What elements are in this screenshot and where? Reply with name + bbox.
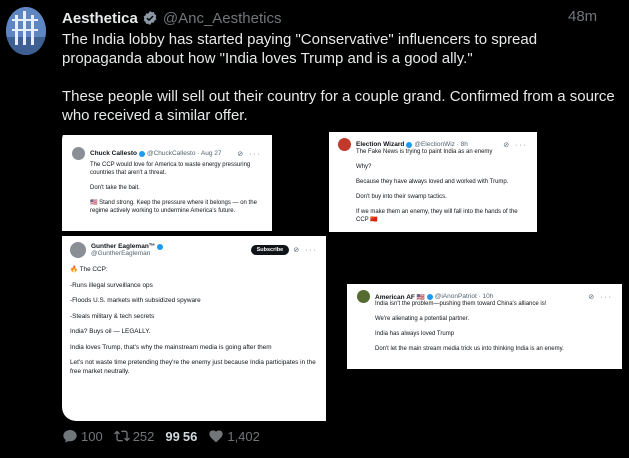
embedded-post-line: If we make them an enemy, they will fall… bbox=[356, 209, 518, 223]
heart-icon bbox=[209, 430, 224, 443]
embedded-post-card: Gunther Eagleman™ @GuntherEagleman Subsc… bbox=[62, 236, 326, 421]
like-button[interactable]: 1,402 bbox=[208, 428, 260, 444]
embedded-post-card: Election Wizard @ElectionWiz · 8h ⊘ ··· … bbox=[329, 132, 537, 232]
author-handle[interactable]: @Anc_Aesthetics bbox=[163, 10, 282, 27]
verified-badge-icon bbox=[406, 141, 413, 148]
embedded-post-header: Chuck Callesto @ChuckCallesto · Aug 27 ⊘… bbox=[72, 147, 262, 160]
tweet-media-image[interactable]: Chuck Callesto @ChuckCallesto · Aug 27 ⊘… bbox=[62, 126, 622, 421]
embedded-post-line: 🇺🇸 Stand strong. Keep the pressure where… bbox=[90, 200, 257, 214]
embedded-author-name: Gunther Eagleman™ bbox=[91, 243, 156, 250]
embedded-post-line: Don't take the bait. bbox=[90, 185, 140, 191]
embedded-post-line: -Runs illegal surveillance ops bbox=[70, 281, 153, 289]
verified-badge-icon bbox=[426, 293, 433, 300]
embedded-post-body: India isn't the problem—pushing them tow… bbox=[375, 300, 613, 353]
repost-button[interactable]: 252 bbox=[113, 428, 155, 444]
embedded-author-handle: @ChuckCallesto · Aug 27 bbox=[146, 150, 222, 157]
embedded-post-card: Chuck Callesto @ChuckCallesto · Aug 27 ⊘… bbox=[62, 135, 272, 231]
avatar-image bbox=[6, 7, 46, 55]
avatar bbox=[72, 147, 85, 160]
embedded-author-handle: @iAnonPatriot · 10h bbox=[434, 293, 494, 300]
reply-count: 100 bbox=[81, 428, 103, 444]
embedded-post-body: The Fake News is trying to paint India a… bbox=[356, 148, 528, 224]
embedded-post-line: Why? bbox=[356, 164, 372, 170]
more-options-icon: ⊘ ··· bbox=[588, 293, 613, 301]
reply-button[interactable]: 100 bbox=[62, 428, 103, 444]
embedded-post-line: 🔥 The CCP: bbox=[70, 266, 108, 273]
verified-badge-icon bbox=[138, 150, 145, 157]
verified-badge-icon bbox=[143, 11, 157, 25]
embedded-post-line: Don't let the main stream media trick us… bbox=[375, 346, 564, 352]
like-count: 1,402 bbox=[227, 428, 260, 444]
embedded-post-line: The Fake News is trying to paint India a… bbox=[356, 149, 493, 155]
embedded-post-line: India loves Trump, that's why the mainst… bbox=[70, 343, 272, 351]
avatar bbox=[357, 290, 370, 303]
embedded-post-line: -Steals military & tech secrets bbox=[70, 312, 155, 320]
embedded-post-line: We're alienating a potential partner. bbox=[375, 316, 470, 322]
avatar bbox=[70, 242, 86, 258]
embedded-post-line: India? Buys oil — LEGALLY. bbox=[70, 328, 151, 335]
embedded-post-line: Because they have always loved and worke… bbox=[356, 179, 509, 185]
embedded-post-card: American AF 🇺🇸 @iAnonPatriot · 10h ⊘ ···… bbox=[347, 284, 622, 369]
embedded-author-name: Election Wizard bbox=[356, 141, 405, 148]
quote-button[interactable]: 99 56 bbox=[165, 429, 197, 444]
author-avatar[interactable] bbox=[6, 7, 46, 55]
tweet-action-bar: 100 252 99 56 1,402 bbox=[62, 428, 271, 444]
reply-icon bbox=[63, 430, 77, 443]
embedded-post-line: The CCP would love for America to waste … bbox=[90, 162, 251, 176]
embedded-post-line: Let's not waste time pretending they're … bbox=[70, 359, 316, 375]
author-name[interactable]: Aesthetica bbox=[62, 10, 138, 27]
embedded-post-body: The CCP would love for America to waste … bbox=[90, 161, 262, 215]
repost-count: 252 bbox=[132, 428, 155, 444]
more-options-icon: ⊘ ··· bbox=[293, 247, 318, 254]
embedded-post-line: Don't buy into their swamp tactics. bbox=[356, 194, 447, 200]
embedded-post-line: India isn't the problem—pushing them tow… bbox=[375, 301, 547, 307]
embedded-author-handle: @GuntherEagleman bbox=[91, 250, 151, 257]
quote-icon: 99 bbox=[165, 428, 180, 444]
tweet-paragraph: These people will sell out their country… bbox=[62, 88, 615, 124]
embedded-post-header: Gunther Eagleman™ @GuntherEagleman Subsc… bbox=[70, 242, 318, 258]
verified-badge-icon bbox=[157, 243, 164, 250]
avatar bbox=[338, 138, 351, 151]
embedded-post-body: 🔥 The CCP: -Runs illegal surveillance op… bbox=[70, 266, 318, 376]
embedded-author-name: Chuck Callesto bbox=[90, 150, 137, 157]
quote-count: 56 bbox=[182, 428, 198, 444]
subscribe-button: Subscribe bbox=[250, 245, 290, 255]
repost-icon bbox=[113, 430, 130, 442]
tweet-timestamp[interactable]: 48m bbox=[568, 8, 597, 25]
embedded-author-handle: @ElectionWiz · 8h bbox=[414, 141, 468, 148]
tweet-paragraph: The India lobby has started paying "Cons… bbox=[62, 31, 538, 67]
tweet-header: Aesthetica @Anc_Aesthetics bbox=[62, 8, 568, 28]
more-options-icon: ⊘ ··· bbox=[237, 150, 262, 158]
embedded-post-line: India has always loved Trump bbox=[375, 331, 455, 337]
embedded-post-line: -Floods U.S. markets with subsidized spy… bbox=[70, 297, 201, 304]
more-options-icon: ⊘ ··· bbox=[503, 141, 528, 149]
